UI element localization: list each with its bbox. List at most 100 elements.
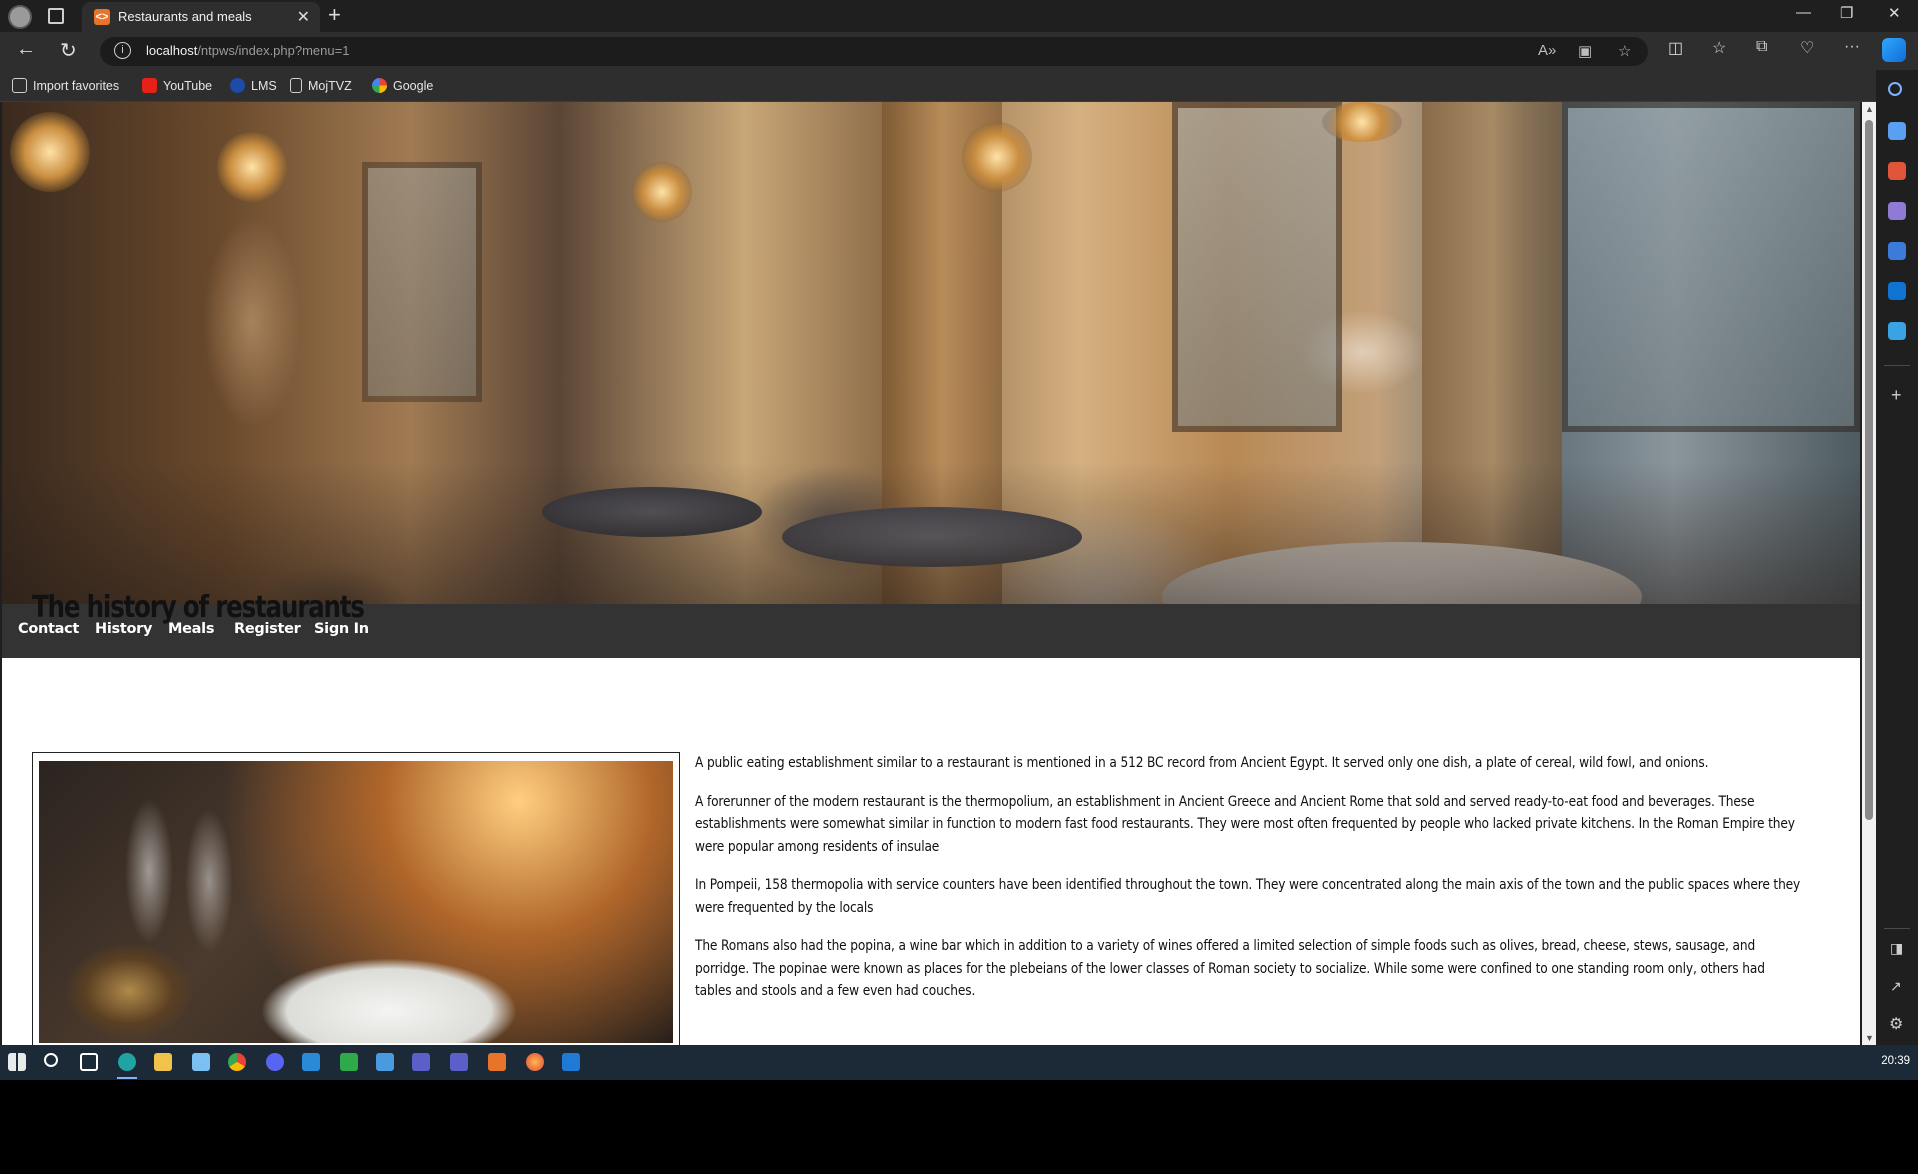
sidebar-divider [1884, 365, 1910, 366]
page-icon [290, 78, 302, 93]
file-explorer-icon[interactable] [154, 1053, 172, 1071]
shopping-icon[interactable] [1888, 122, 1906, 140]
immersive-reader-icon[interactable]: ▣ [1578, 42, 1592, 60]
hero-lamp [962, 122, 1032, 192]
external-link-icon[interactable]: ↗ [1890, 978, 1902, 995]
address-bar[interactable]: i localhost/ntpws/index.php?menu=1 A» ▣ … [100, 37, 1648, 66]
hide-sidebar-icon[interactable]: ◨ [1890, 940, 1903, 957]
favorite-label: Import favorites [33, 78, 120, 93]
copilot-icon[interactable] [1882, 38, 1906, 62]
tab-strip: <> Restaurants and meals ✕ + — ❐ ✕ [0, 0, 1918, 32]
settings-gear-icon[interactable]: ⚙ [1889, 1014, 1903, 1034]
google-icon [372, 78, 387, 93]
more-menu-icon[interactable]: ··· [1844, 38, 1860, 56]
page-title: The history of restaurants [32, 590, 365, 625]
edge-icon[interactable] [118, 1053, 136, 1071]
hero-lamp [217, 132, 287, 202]
tools-icon[interactable] [1888, 162, 1906, 180]
favorites-bar: Import favorites YouTube LMS MojTVZ Goog… [0, 70, 1918, 102]
browser-tab[interactable]: <> Restaurants and meals ✕ [82, 2, 320, 32]
paragraph: A forerunner of the modern restaurant is… [695, 792, 1795, 855]
hero-lamp [10, 112, 90, 192]
split-screen-icon[interactable]: ◫ [1668, 38, 1683, 58]
new-tab-icon[interactable]: + [328, 2, 341, 28]
search-icon[interactable] [44, 1053, 58, 1067]
close-window-icon[interactable]: ✕ [1888, 4, 1901, 22]
outlook-icon[interactable] [1888, 282, 1906, 300]
browser-essentials-icon[interactable]: ♡ [1800, 38, 1814, 58]
discord-icon[interactable] [266, 1053, 284, 1071]
hero-window [1172, 102, 1342, 432]
store-icon[interactable] [192, 1053, 210, 1071]
teams-work-icon[interactable] [450, 1053, 468, 1071]
outlook-icon[interactable] [562, 1053, 580, 1071]
notepad-plus-icon[interactable] [340, 1053, 358, 1071]
sidebar-divider [1884, 928, 1910, 929]
profile-avatar-icon[interactable] [8, 5, 32, 29]
firefox-icon[interactable] [526, 1053, 544, 1071]
scroll-down-icon[interactable]: ▼ [1865, 1033, 1874, 1043]
url-text[interactable]: localhost/ntpws/index.php?menu=1 [146, 43, 349, 58]
favorite-mojtvz[interactable]: MojTVZ [290, 78, 352, 93]
site-favicon-icon: <> [94, 9, 110, 25]
teams-icon[interactable] [412, 1053, 430, 1071]
site-info-icon[interactable]: i [114, 42, 131, 59]
restore-icon[interactable]: ❐ [1840, 4, 1853, 22]
tab-actions-icon[interactable] [48, 8, 64, 24]
article-body: A public eating establishment similar to… [695, 752, 1805, 1019]
paragraph: In Pompeii, 158 thermopolia with service… [695, 876, 1801, 916]
favorites-icon[interactable]: ☆ [1712, 38, 1726, 58]
collections-icon[interactable]: ⧉ [1756, 38, 1767, 56]
search-icon[interactable] [1888, 82, 1902, 96]
add-sidebar-item-icon[interactable]: + [1891, 385, 1902, 406]
read-aloud-icon[interactable]: A» [1538, 42, 1556, 59]
favorite-lms[interactable]: LMS [230, 78, 277, 93]
refresh-icon[interactable]: ↻ [60, 38, 77, 63]
url-path: /ntpws/index.php?menu=1 [197, 43, 350, 58]
dining-table-photo [39, 761, 673, 1043]
address-row: ← ↻ i localhost/ntpws/index.php?menu=1 A… [0, 32, 1918, 70]
games-icon[interactable] [1888, 202, 1906, 220]
scrollbar-thumb[interactable] [1865, 120, 1873, 820]
favorite-google[interactable]: Google [372, 78, 433, 93]
windows-start-icon[interactable] [8, 1053, 26, 1071]
favorite-label: LMS [251, 78, 277, 93]
article-image-frame [32, 752, 680, 1052]
youtube-icon [142, 78, 157, 93]
favorite-youtube[interactable]: YouTube [142, 78, 212, 93]
minimize-icon[interactable]: — [1796, 4, 1811, 21]
hero-lamp [1322, 102, 1402, 142]
active-indicator [117, 1077, 137, 1079]
hero-window [1562, 102, 1860, 432]
vscode-icon[interactable] [302, 1053, 320, 1071]
scroll-up-icon[interactable]: ▲ [1865, 104, 1874, 114]
page-scrollbar[interactable]: ▲ ▼ [1862, 102, 1876, 1045]
taskbar-clock[interactable]: 20:39 [1881, 1055, 1910, 1067]
paragraph: A public eating establishment similar to… [695, 754, 1709, 771]
favorite-label: YouTube [163, 78, 213, 93]
hero-floor-shade [2, 462, 1860, 604]
favorite-label: Google [393, 78, 434, 93]
microsoft-365-icon[interactable] [1888, 242, 1906, 260]
paragraph: The Romans also had the popina, a wine b… [695, 937, 1765, 999]
hero-window [362, 162, 482, 402]
drop-icon[interactable] [1888, 322, 1906, 340]
taskbar: 20:39 [0, 1045, 1918, 1080]
chrome-icon[interactable] [228, 1053, 246, 1071]
close-tab-icon[interactable]: ✕ [297, 7, 310, 27]
favorite-import[interactable]: Import favorites [12, 78, 119, 93]
xampp-icon[interactable] [488, 1053, 506, 1071]
tab-title: Restaurants and meals [118, 9, 252, 24]
url-host: localhost [146, 43, 198, 58]
screen: <> Restaurants and meals ✕ + — ❐ ✕ ← ↻ i… [0, 0, 1918, 1080]
hero-restaurant-image [2, 102, 1860, 604]
favorite-star-icon[interactable]: ☆ [1618, 42, 1631, 60]
edge-sidebar: + ◨ ↗ ⚙ [1876, 70, 1918, 1045]
hero-lamp [632, 162, 692, 222]
back-icon[interactable]: ← [16, 38, 36, 61]
import-icon [12, 78, 27, 93]
task-view-icon[interactable] [80, 1053, 98, 1071]
lms-icon [230, 78, 245, 93]
mail-icon[interactable] [376, 1053, 394, 1071]
favorite-label: MojTVZ [308, 78, 352, 93]
